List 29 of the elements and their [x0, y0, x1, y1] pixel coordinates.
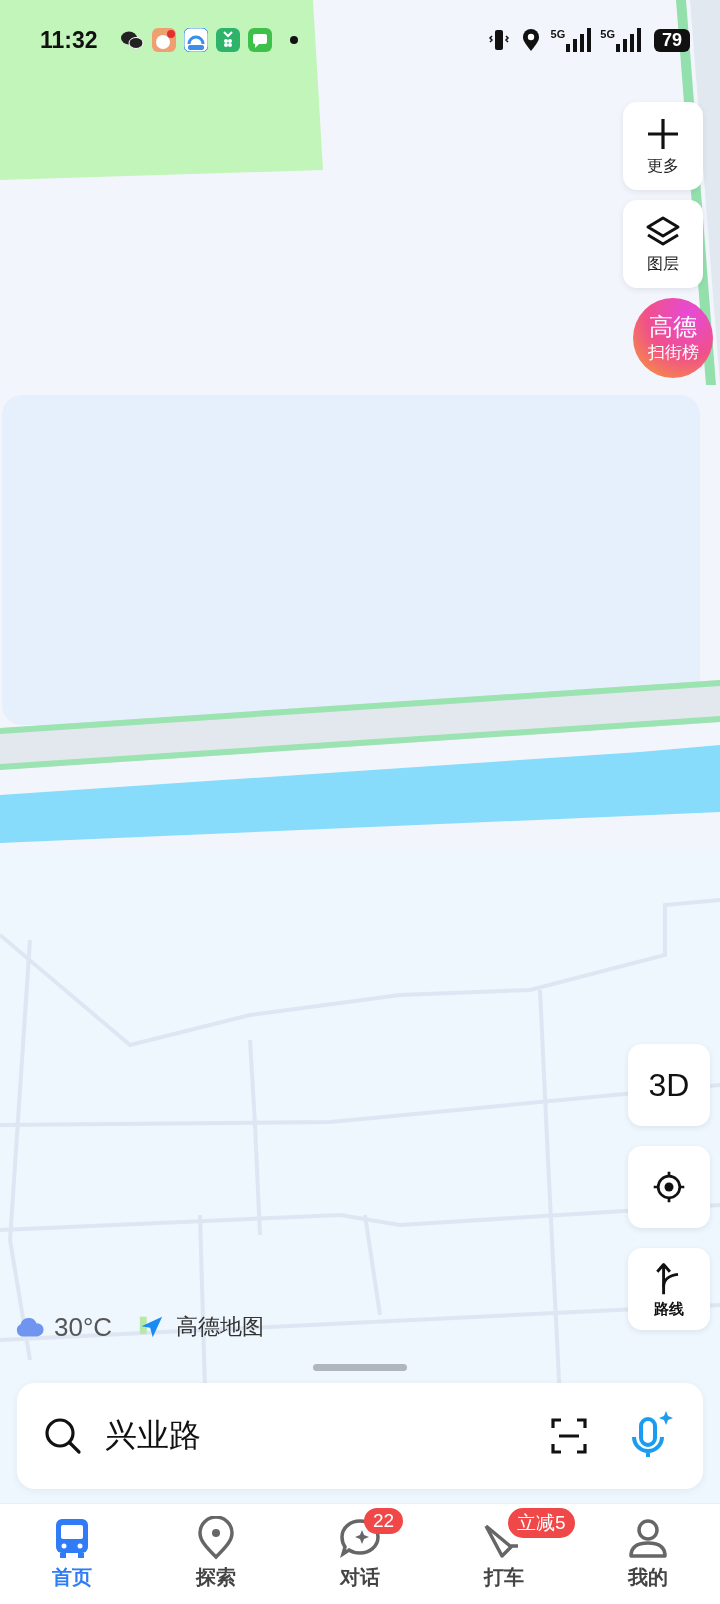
notification-dot-icon [289, 36, 298, 44]
status-time: 11:32 [40, 26, 98, 54]
temperature: 30°C [54, 1311, 113, 1343]
map-control-button[interactable]: 更多 [623, 102, 703, 190]
signal-icon [566, 28, 593, 52]
search-icon [43, 1416, 83, 1456]
map-view-button[interactable]: 3D [628, 1044, 710, 1126]
signal-icon [615, 28, 642, 52]
brand-name: 高德地图 [176, 1313, 265, 1341]
network-type: 5G [550, 28, 566, 40]
nav-tab[interactable]: 22 对话 [288, 1504, 432, 1604]
map-view-button[interactable]: 路线 [628, 1248, 710, 1330]
nav-tab[interactable]: 立减5 打车 [432, 1504, 576, 1604]
map-control-button[interactable]: 图层 [623, 200, 703, 288]
nav-tab[interactable]: 探索 [144, 1504, 288, 1604]
network-type: 5G [600, 28, 615, 40]
cloud-icon [14, 1315, 44, 1339]
nav-tab[interactable]: 我的 [576, 1504, 720, 1604]
person-icon [626, 1516, 670, 1560]
search-field[interactable]: 兴业路 [17, 1383, 703, 1489]
nav-tab[interactable]: 首页 [0, 1504, 144, 1604]
locate-icon [651, 1169, 687, 1205]
scan-icon[interactable] [549, 1416, 589, 1456]
vibrate-icon [486, 28, 511, 52]
app-icon [183, 28, 208, 52]
drag-handle[interactable] [313, 1364, 407, 1371]
count-badge: 22 [364, 1508, 404, 1534]
map-view-button[interactable] [628, 1146, 710, 1228]
count-badge: 立减5 [508, 1508, 575, 1538]
